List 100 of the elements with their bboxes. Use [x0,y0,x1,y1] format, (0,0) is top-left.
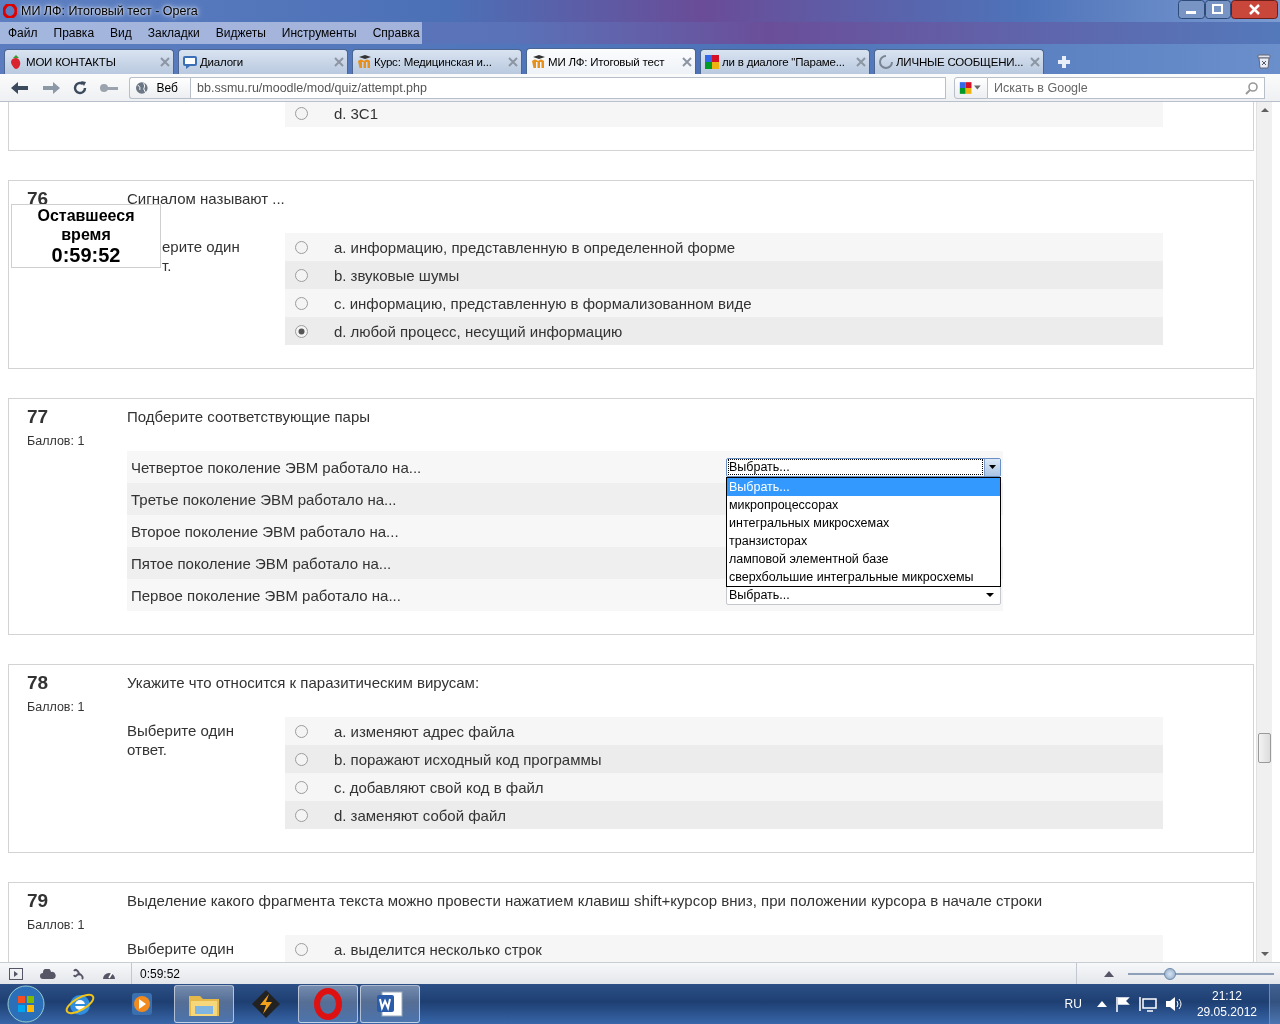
menu-item[interactable]: Инструменты [273,23,365,43]
option-text: заменяют собой файл [350,806,507,824]
start-button[interactable] [6,984,46,1024]
question-grade: Баллов: 1 [27,700,85,714]
option-label: b. [334,750,347,768]
minimize-button[interactable] [1178,0,1205,19]
option-label: a. [334,722,347,740]
option-text: 3С1 [350,104,379,122]
window-title: МИ ЛФ: Итоговый тест - Opera [21,4,198,18]
option-label: d. [334,322,347,340]
question-text: Укажите что относится к паразитическим вирусам: [127,673,481,693]
up-arrow-icon[interactable] [1096,1001,1107,1007]
radio-button[interactable] [295,240,308,254]
tab[interactable]: МИ ЛФ: Итоговый тест [526,48,696,74]
timer-value: 0:59:52 [51,244,121,266]
taskbar-button[interactable] [298,985,358,1023]
clock-date[interactable]: 29.05.2012 [1196,1004,1257,1020]
dropdown-field[interactable]: Выбрать... [726,457,1001,477]
scrollbar[interactable] [1256,102,1272,962]
new-tab-icon[interactable] [1056,54,1072,70]
option-label: b. [334,266,347,284]
radio-button[interactable] [295,808,308,822]
question-number: 77 [27,407,49,427]
menu-item[interactable]: Файл [0,23,46,43]
dropdown-option[interactable]: ламповой элементной базе [727,549,1000,568]
scrollbar-thumb[interactable] [1258,733,1271,763]
menu-item[interactable]: Справка [364,23,428,43]
question-number: 79 [27,891,49,911]
caret-icon [974,85,981,90]
close-button[interactable] [1231,0,1278,19]
forward-icon[interactable] [41,79,61,96]
radio-button[interactable] [295,724,308,738]
question-number: 78 [27,673,49,693]
dropdown-option[interactable]: микропроцессорах [727,495,1000,514]
menu-item[interactable]: Правка [45,23,103,43]
timer-label: Оставшееся время [36,206,136,244]
option-label: a. [334,940,347,958]
back-icon[interactable] [10,79,30,96]
cloud-icon[interactable] [40,968,56,979]
tab[interactable]: Диалоги [178,49,348,74]
tab[interactable]: МОИ КОНТАКТЫ [4,49,174,74]
reload-icon[interactable] [72,79,88,96]
fan-icon[interactable] [73,967,85,980]
question-text: Подберите соответствующие пары [127,407,372,427]
web-button[interactable]: Веб [129,76,190,99]
option-label: c. [334,294,346,312]
radio-button[interactable] [295,296,308,310]
option-text: звуковые шумы [350,266,460,284]
flag-icon[interactable] [1114,996,1131,1012]
caret-icon [986,593,994,597]
globe-icon [135,80,149,95]
search-icon[interactable] [1245,80,1259,95]
menu-item[interactable]: Виджеты [207,23,274,43]
option-label: c. [334,778,346,796]
network-icon[interactable] [1138,996,1157,1012]
up-arrow-icon[interactable] [1104,970,1114,977]
radio-button[interactable] [295,780,308,794]
clock-time[interactable]: 21:12 [1211,988,1242,1004]
radio-button[interactable] [295,106,308,120]
volume-icon[interactable] [1164,996,1183,1012]
dropdown-option[interactable]: интегральных микросхемах [727,513,1000,532]
trash-icon[interactable] [1256,53,1272,69]
match-item-text: Четвертое поколение ЭВМ работало на... [130,458,423,476]
search-field[interactable]: Искать в Google [988,76,1265,99]
status-text: 0:59:52 [139,966,182,981]
radio-button[interactable] [295,942,308,956]
lightning-icon[interactable] [250,988,282,1020]
search-engine-button[interactable] [954,76,988,99]
tab[interactable]: Курс: Медицинская и... [352,49,522,74]
dropdown-option[interactable]: транзисторах [727,531,1000,550]
close-icon[interactable] [682,56,692,67]
answer-instruction: Выберите один ответ. [127,721,235,760]
radio-button[interactable] [295,752,308,766]
menu-item[interactable]: Закладки [139,23,208,43]
chat-icon [182,54,198,70]
tab[interactable]: ЛИЧНЫЕ СООБЩЕНИ... [874,49,1044,74]
taskbar-button[interactable] [174,985,234,1023]
show-desktop-button[interactable] [1269,984,1280,1024]
option-text: информацию, представленную в формализованном виде [349,294,752,312]
address-field[interactable]: bb.ssmu.ru/moodle/mod/quiz/attempt.php [190,76,946,99]
option-label: d. [334,104,347,122]
language-indicator[interactable]: RU [1064,997,1082,1011]
match-item-text: Пятое поколение ЭВМ работало на... [130,554,393,572]
answer-instruction: ерите один т. [161,237,241,276]
maximize-button[interactable] [1205,0,1231,19]
question-grade: Баллов: 1 [27,434,85,448]
taskbar-button[interactable] [360,985,420,1023]
radio-button[interactable] [295,268,308,282]
menu-item[interactable]: Вид [102,23,140,43]
caret-icon [989,465,996,469]
zoom-slider-thumb[interactable] [1164,967,1177,980]
option-text: изменяют адрес файла [350,722,515,740]
dropdown-option[interactable]: сверхбольшие интегральные микросхемы [727,567,1000,586]
question-grade: Баллов: 1 [27,918,85,932]
match-item-text: Третье поколение ЭВМ работало на... [130,490,398,508]
panel-icon[interactable] [9,967,23,980]
document-icon[interactable] [374,988,406,1020]
option-text: добавляют свой код в файл [349,778,544,796]
radio-button[interactable] [295,324,308,338]
tab[interactable]: ли в диалоге "Параме... [700,49,870,74]
